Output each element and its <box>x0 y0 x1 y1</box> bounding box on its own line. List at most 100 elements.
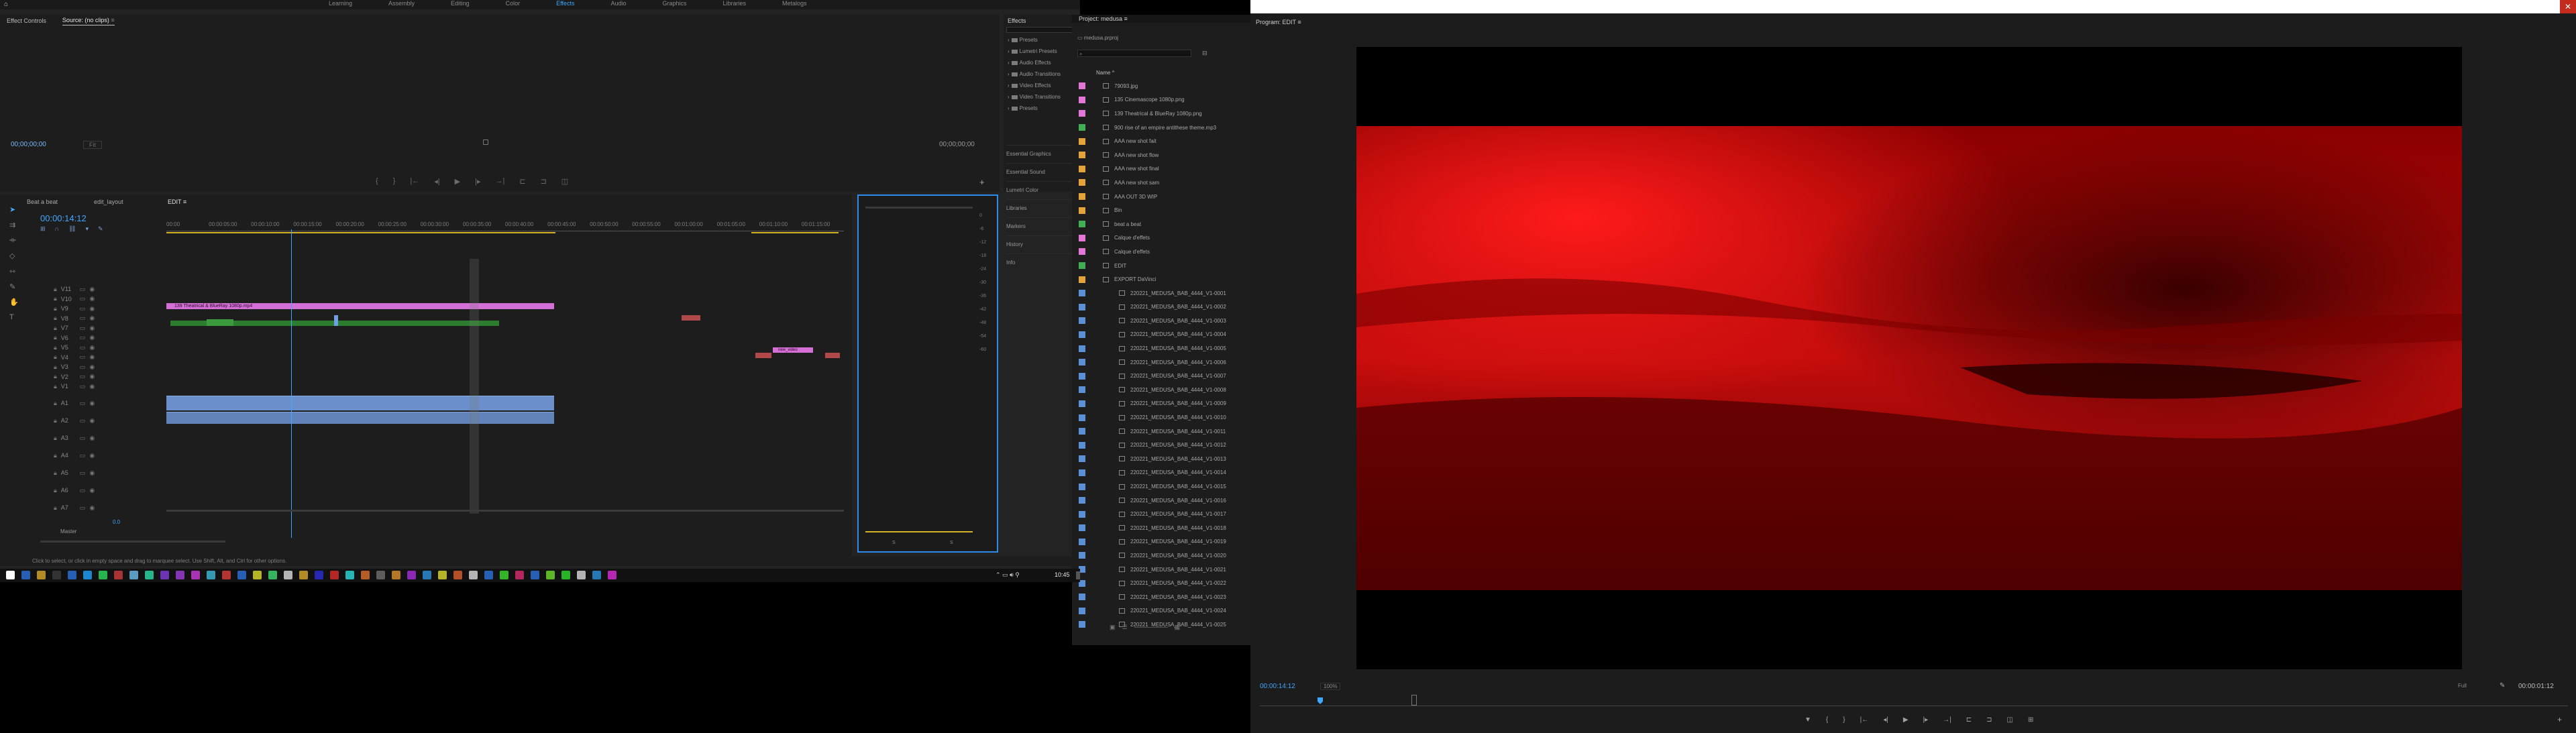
fit-dropdown[interactable]: Fit <box>83 141 102 149</box>
label-color-swatch[interactable] <box>1079 290 1085 297</box>
taskbar-app-icon[interactable] <box>438 571 447 579</box>
project-item[interactable]: Calque d'effets <box>1079 245 1246 259</box>
eye-icon[interactable]: ◉ <box>89 373 95 380</box>
go-to-in-icon[interactable]: |← <box>410 177 419 186</box>
track-header-v10[interactable]: 🔒︎ V10 ▭ ◉ <box>54 294 161 304</box>
panel-essential-sound[interactable]: Essential Sound <box>1006 163 1077 181</box>
label-color-swatch[interactable] <box>1079 234 1085 241</box>
label-color-swatch[interactable] <box>1079 414 1085 421</box>
eye-icon[interactable]: ◉ <box>89 504 95 512</box>
taskbar-app-icon[interactable] <box>99 571 107 579</box>
project-item[interactable]: 220221_MEDUSA_BAB_4444_V1-0022 <box>1079 576 1246 590</box>
list-view-icon[interactable]: ☰ <box>1122 624 1128 631</box>
track-header-a1[interactable]: 🔒︎ A1 ▭ ◉ <box>54 394 161 412</box>
project-item[interactable]: 220221_MEDUSA_BAB_4444_V1-0016 <box>1079 494 1246 508</box>
wrench-icon[interactable]: ✎ <box>98 225 103 233</box>
label-color-swatch[interactable] <box>1079 179 1085 186</box>
home-icon[interactable]: ⌂ <box>4 1 8 8</box>
project-item[interactable]: 220221_MEDUSA_BAB_4444_V1-0018 <box>1079 521 1246 535</box>
project-item[interactable]: EXPORT DaVinci <box>1079 272 1246 286</box>
track-header-a5[interactable]: 🔒︎ A5 ▭ ◉ <box>54 464 161 482</box>
workspace-tab-libraries[interactable]: Libraries <box>723 0 747 7</box>
go-to-in-button-icon[interactable]: |← <box>1860 716 1869 724</box>
effects-folder[interactable]: › Lumetri Presets <box>1008 46 1073 57</box>
notification-icon[interactable] <box>1076 571 1080 579</box>
seq-tab-beat[interactable]: Beat a beat <box>27 199 58 205</box>
project-search-input[interactable]: ⌕ <box>1077 50 1191 57</box>
program-add-button-icon[interactable]: + <box>2557 715 2562 724</box>
horizontal-scrollbar[interactable] <box>166 510 844 512</box>
lock-icon[interactable]: 🔒︎ <box>54 344 57 351</box>
meter-solo-l-icon[interactable]: S <box>892 541 896 545</box>
label-color-swatch[interactable] <box>1079 82 1085 90</box>
label-color-swatch[interactable] <box>1079 248 1085 256</box>
track-header-v7[interactable]: 🔒︎ V7 ▭ ◉ <box>54 323 161 333</box>
taskbar-app-icon[interactable] <box>191 571 200 579</box>
wrench-settings-icon[interactable]: ✎ <box>2500 682 2505 689</box>
lock-icon[interactable]: 🔒︎ <box>54 286 57 293</box>
label-color-swatch[interactable] <box>1079 276 1085 283</box>
audio-clip-a2[interactable] <box>166 412 554 424</box>
meter-solo-r-icon[interactable]: S <box>950 541 953 545</box>
taskbar-app-icon[interactable] <box>330 571 339 579</box>
workspace-tab-editing[interactable]: Editing <box>451 0 470 7</box>
effects-folder[interactable]: › Audio Transitions <box>1008 68 1073 80</box>
project-item[interactable]: 220221_MEDUSA_BAB_4444_V1-0002 <box>1079 300 1246 315</box>
sync-icon[interactable]: ▭ <box>80 334 86 341</box>
panel-info[interactable]: Info <box>1006 253 1077 272</box>
label-color-swatch[interactable] <box>1079 207 1085 214</box>
sync-icon[interactable]: ▭ <box>80 504 86 512</box>
button-editor-icon[interactable]: ⊞ <box>2028 716 2033 724</box>
add-marker-icon[interactable]: ▼ <box>1805 716 1811 724</box>
project-item[interactable]: 139 Theatrical & BlueRay 1080p.png <box>1079 107 1246 121</box>
taskbar-app-icon[interactable] <box>21 571 30 579</box>
sync-icon[interactable]: ▭ <box>80 305 86 313</box>
taskbar-app-icon[interactable] <box>129 571 138 579</box>
taskbar-app-icon[interactable] <box>577 571 586 579</box>
taskbar-app-icon[interactable] <box>392 571 400 579</box>
taskbar-app-icon[interactable] <box>176 571 184 579</box>
mark-in-icon[interactable]: { <box>376 177 378 186</box>
taskbar-app-icon[interactable] <box>237 571 246 579</box>
track-header-a6[interactable]: 🔒︎ A6 ▭ ◉ <box>54 482 161 499</box>
taskbar-app-icon[interactable] <box>423 571 431 579</box>
audio-clip-a1[interactable] <box>166 396 554 410</box>
video-clip-a[interactable] <box>207 319 233 326</box>
project-item[interactable]: 220221_MEDUSA_BAB_4444_V1-0001 <box>1079 286 1246 300</box>
track-header-a3[interactable]: 🔒︎ A3 ▭ ◉ <box>54 429 161 447</box>
label-color-swatch[interactable] <box>1079 621 1085 628</box>
workspace-tab-graphics[interactable]: Graphics <box>662 0 686 7</box>
label-color-swatch[interactable] <box>1079 345 1085 352</box>
eye-icon[interactable]: ◉ <box>89 325 95 332</box>
effects-folder[interactable]: › Audio Effects <box>1008 57 1073 68</box>
eye-icon[interactable]: ◉ <box>89 334 95 341</box>
taskbar-app-icon[interactable] <box>68 571 76 579</box>
lock-icon[interactable]: 🔒︎ <box>54 315 57 322</box>
quality-dropdown[interactable]: Full <box>2458 683 2467 689</box>
step-back-button-icon[interactable]: ◂| <box>1883 716 1888 724</box>
eye-icon[interactable]: ◉ <box>89 305 95 313</box>
label-color-swatch[interactable] <box>1079 524 1085 532</box>
label-color-swatch[interactable] <box>1079 607 1085 614</box>
mark-out-button-icon[interactable]: } <box>1843 716 1845 724</box>
track-header-v11[interactable]: 🔒︎ V11 ▭ ◉ <box>54 284 161 294</box>
work-area-bar-2[interactable] <box>751 232 839 233</box>
taskbar-app-icon[interactable] <box>114 571 123 579</box>
track-header-v3[interactable]: 🔒︎ V3 ▭ ◉ <box>54 362 161 372</box>
track-header-v5[interactable]: 🔒︎ V5 ▭ ◉ <box>54 343 161 353</box>
label-color-swatch[interactable] <box>1079 359 1085 366</box>
lock-icon[interactable]: 🔒︎ <box>54 363 57 371</box>
taskbar-app-icon[interactable] <box>484 571 493 579</box>
taskbar-app-icon[interactable] <box>284 571 292 579</box>
small-clip[interactable]: new_video <box>773 347 813 353</box>
marker-icon[interactable]: ▾ <box>85 225 89 233</box>
go-to-out-icon[interactable]: →| <box>495 177 504 186</box>
track-header-v9[interactable]: 🔒︎ V9 ▭ ◉ <box>54 304 161 314</box>
eye-icon[interactable]: ◉ <box>89 469 95 477</box>
project-item[interactable]: AAA new shot flow <box>1079 148 1246 162</box>
project-item[interactable]: 220221_MEDUSA_BAB_4444_V1-0019 <box>1079 535 1246 549</box>
ripple-icon[interactable]: ⟛ <box>9 236 23 245</box>
taskbar-app-icon[interactable] <box>268 571 277 579</box>
project-item[interactable]: Calque d'effets <box>1079 231 1246 245</box>
tray-icons[interactable]: ⌃ ▭ 🔊︎ ⚲ <box>996 571 1020 579</box>
